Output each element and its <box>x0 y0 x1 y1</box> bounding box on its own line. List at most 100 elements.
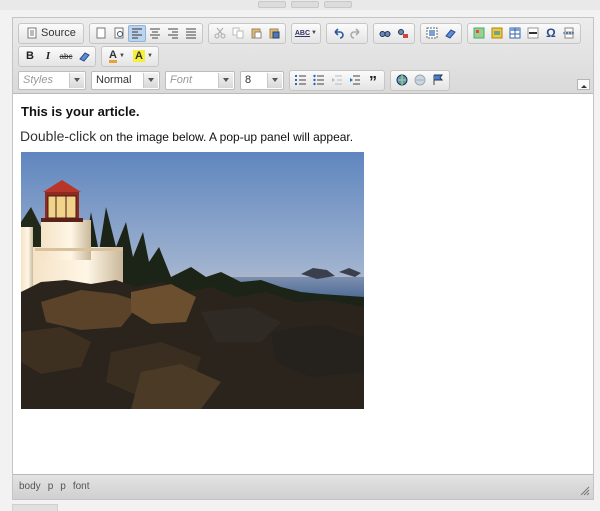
chevron-down-icon[interactable] <box>267 72 282 88</box>
replace-button[interactable] <box>394 25 412 42</box>
bold-button[interactable]: B <box>21 48 39 65</box>
link-icon <box>396 74 408 86</box>
source-label: Source <box>41 27 76 39</box>
outdent-icon <box>332 75 342 85</box>
copy-button[interactable] <box>229 25 247 42</box>
unlink-icon <box>414 74 426 86</box>
select-all-button[interactable] <box>423 25 441 42</box>
hr-icon <box>527 27 539 39</box>
format-combo[interactable]: Normal <box>91 70 160 90</box>
chevron-down-icon[interactable] <box>218 72 233 88</box>
source-icon <box>27 27 37 39</box>
tab-notch <box>324 1 352 8</box>
strike-label: abc <box>59 51 73 61</box>
special-char-button[interactable]: Ω <box>542 25 560 42</box>
strike-button[interactable]: abc <box>57 48 75 65</box>
find-icon <box>379 31 391 37</box>
preview-icon <box>114 27 124 39</box>
source-button[interactable]: Source <box>21 25 81 42</box>
align-center-button[interactable] <box>146 25 164 42</box>
page-break-icon <box>562 27 575 39</box>
clipboard-group <box>207 22 286 44</box>
blockquote-button[interactable]: ” <box>364 72 382 90</box>
basic-style-group: B I abc <box>18 45 96 67</box>
bulleted-list-button[interactable] <box>310 72 328 89</box>
spell-group: ABC ▼ <box>290 22 321 44</box>
link-group <box>390 69 450 91</box>
cut-button[interactable] <box>211 25 229 42</box>
anchor-button[interactable] <box>429 72 447 89</box>
flash-button[interactable] <box>488 25 506 42</box>
bulleted-list-icon <box>313 74 324 86</box>
top-strip <box>0 0 600 10</box>
size-combo[interactable]: 8 <box>240 70 284 90</box>
color-group: A ▼ A ▼ <box>101 45 159 67</box>
justify-icon <box>185 28 196 39</box>
remove-format-eraser-button[interactable] <box>75 48 93 65</box>
outdent-button[interactable] <box>328 72 346 89</box>
hr-button[interactable] <box>524 25 542 42</box>
spellcheck-button[interactable]: ABC ▼ <box>294 25 318 42</box>
unlink-button[interactable] <box>411 72 429 89</box>
spellcheck-label: ABC <box>294 29 311 37</box>
bg-color-label: A <box>133 50 145 62</box>
text-color-dropdown-icon: ▼ <box>119 53 125 59</box>
redo-icon <box>350 28 360 39</box>
indent-button[interactable] <box>346 72 364 89</box>
path-item-body[interactable]: body <box>19 481 41 492</box>
history-group <box>325 22 368 44</box>
bg-color-dropdown-icon: ▼ <box>147 53 153 59</box>
element-path: body p p font <box>19 481 97 492</box>
remove-format-icon <box>445 29 456 39</box>
preview-button[interactable] <box>110 25 128 42</box>
table-button[interactable] <box>506 25 524 42</box>
page-break-button[interactable] <box>560 25 578 42</box>
list-group: ” <box>289 69 385 91</box>
path-item-p[interactable]: p <box>60 481 66 492</box>
collapse-toolbar-button[interactable] <box>577 79 590 90</box>
paste-word-button[interactable] <box>265 25 283 42</box>
new-page-icon <box>96 27 106 39</box>
document-group <box>88 22 203 44</box>
text-color-button[interactable]: A ▼ <box>104 48 130 65</box>
special-char-label: Ω <box>546 26 556 40</box>
italic-button[interactable]: I <box>39 48 57 65</box>
copy-icon <box>232 27 244 39</box>
image-button[interactable] <box>470 25 488 42</box>
numbered-list-button[interactable] <box>292 72 310 89</box>
image-icon <box>473 27 485 39</box>
remove-format-button[interactable] <box>441 25 459 42</box>
redo-button[interactable] <box>347 25 365 42</box>
justify-button[interactable] <box>182 25 200 42</box>
paste-button[interactable] <box>247 25 265 42</box>
editor-content-area[interactable]: This is your article. Double-click on th… <box>13 93 593 475</box>
path-item-font[interactable]: font <box>73 481 90 492</box>
anchor-icon <box>433 74 444 85</box>
align-left-button[interactable] <box>127 24 146 42</box>
undo-button[interactable] <box>329 25 347 42</box>
instruction-paragraph: Double-click on the image below. A pop-u… <box>20 128 353 144</box>
path-item-p[interactable]: p <box>48 481 54 492</box>
lighthouse-photo-graphic <box>21 152 364 409</box>
tab-notch <box>258 1 286 8</box>
chevron-down-icon[interactable] <box>69 72 84 88</box>
lighthouse-image[interactable] <box>21 152 364 409</box>
paste-icon <box>251 28 262 39</box>
source-group: Source <box>18 22 84 44</box>
insert-group: Ω <box>466 22 581 44</box>
find-button[interactable] <box>376 25 394 42</box>
bg-color-button[interactable]: A ▼ <box>130 48 156 65</box>
cut-icon <box>214 27 226 39</box>
new-page-button[interactable] <box>92 25 110 42</box>
font-combo[interactable]: Font <box>165 70 235 90</box>
align-right-button[interactable] <box>164 25 182 42</box>
italic-label: I <box>45 50 51 62</box>
chevron-down-icon[interactable] <box>143 72 158 88</box>
styles-combo[interactable]: Styles <box>18 70 86 90</box>
status-bar: body p p font <box>13 475 593 499</box>
resize-grip-icon[interactable] <box>580 486 590 496</box>
instruction-rest-text: on the image below. A pop-up panel will … <box>96 130 354 144</box>
replace-icon <box>397 29 408 38</box>
link-button[interactable] <box>393 72 411 89</box>
flash-icon <box>491 27 503 39</box>
